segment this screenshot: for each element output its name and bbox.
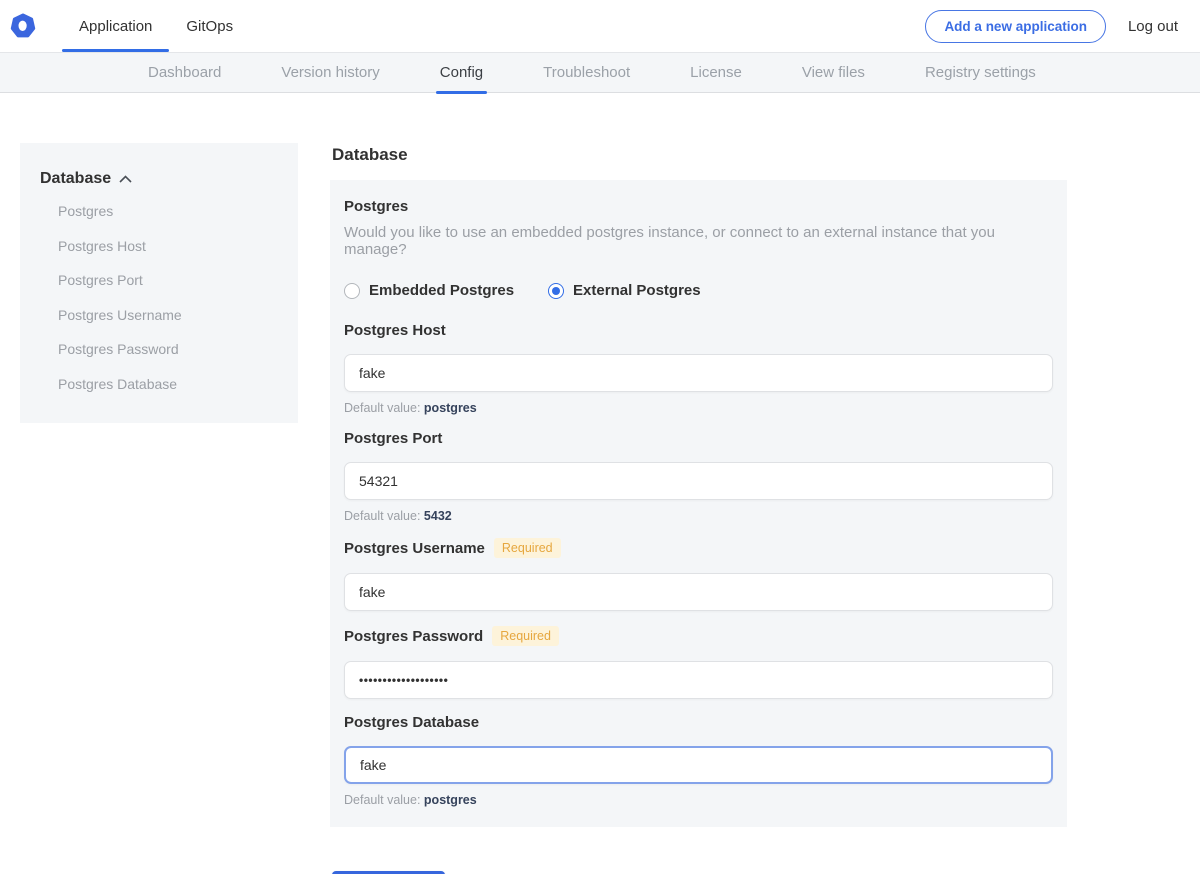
field-postgres-password: Postgres Password Required <box>344 626 1053 699</box>
postgres-port-default-value: 5432 <box>424 509 452 523</box>
config-group-panel: Postgres Would you like to use an embedd… <box>330 180 1067 827</box>
postgres-database-default-value: postgres <box>424 793 477 807</box>
postgres-type-radio-group: Embedded Postgres External Postgres <box>344 282 1053 299</box>
postgres-port-label: Postgres Port <box>344 430 442 447</box>
sidebar-item-postgres-host[interactable]: Postgres Host <box>40 229 278 264</box>
radio-embedded-label: Embedded Postgres <box>369 282 514 299</box>
top-tabs: Application GitOps <box>62 0 250 52</box>
postgres-username-input[interactable] <box>344 573 1053 611</box>
postgres-database-default-helper: Default value: postgres <box>344 793 1053 807</box>
radio-unselected-icon <box>344 283 360 299</box>
field-postgres-port: Postgres Port Default value: 5432 <box>344 430 1053 523</box>
sidebar-item-postgres-password[interactable]: Postgres Password <box>40 332 278 367</box>
config-sidebar: Database Postgres Postgres Host Postgres… <box>20 143 298 423</box>
subnav-item-version-history[interactable]: Version history <box>281 53 379 92</box>
field-postgres-database: Postgres Database Default value: postgre… <box>344 714 1053 807</box>
sidebar-item-postgres[interactable]: Postgres <box>40 194 278 229</box>
topbar-right: Add a new application Log out <box>925 0 1200 52</box>
tab-application[interactable]: Application <box>62 0 169 52</box>
tab-application-label: Application <box>79 18 152 35</box>
group-description: Would you like to use an embedded postgr… <box>344 224 1053 258</box>
sidebar-item-postgres-database[interactable]: Postgres Database <box>40 367 278 402</box>
app-subnav: Dashboard Version history Config Trouble… <box>0 52 1200 93</box>
postgres-host-default-value: postgres <box>424 401 477 415</box>
postgres-host-input[interactable] <box>344 354 1053 392</box>
sidebar-group-database[interactable]: Database <box>40 170 278 188</box>
subnav-item-config[interactable]: Config <box>440 53 483 92</box>
top-bar: Application GitOps Add a new application… <box>0 0 1200 52</box>
required-badge: Required <box>494 538 561 558</box>
radio-external-label: External Postgres <box>573 282 701 299</box>
sidebar-item-postgres-username[interactable]: Postgres Username <box>40 298 278 333</box>
group-title: Postgres <box>344 198 1053 215</box>
postgres-port-input[interactable] <box>344 462 1053 500</box>
subnav-item-troubleshoot[interactable]: Troubleshoot <box>543 53 630 92</box>
add-new-application-button[interactable]: Add a new application <box>925 10 1106 43</box>
section-heading: Database <box>332 145 1067 165</box>
chevron-up-icon <box>119 175 132 183</box>
subnav-item-registry-settings[interactable]: Registry settings <box>925 53 1036 92</box>
postgres-username-label: Postgres Username <box>344 540 485 557</box>
postgres-password-input[interactable] <box>344 661 1053 699</box>
postgres-password-label: Postgres Password <box>344 628 483 645</box>
sidebar-item-postgres-port[interactable]: Postgres Port <box>40 263 278 298</box>
config-content: Database Postgres Would you like to use … <box>330 143 1067 874</box>
radio-selected-icon <box>548 283 564 299</box>
sidebar-group-label: Database <box>40 170 111 188</box>
tab-gitops[interactable]: GitOps <box>169 0 250 52</box>
radio-external-postgres[interactable]: External Postgres <box>548 282 701 299</box>
kots-logo-icon <box>10 13 36 39</box>
postgres-port-default-helper: Default value: 5432 <box>344 509 1053 523</box>
postgres-host-default-helper: Default value: postgres <box>344 401 1053 415</box>
subnav-item-dashboard[interactable]: Dashboard <box>148 53 221 92</box>
radio-embedded-postgres[interactable]: Embedded Postgres <box>344 282 514 299</box>
subnav-item-license[interactable]: License <box>690 53 742 92</box>
field-postgres-host: Postgres Host Default value: postgres <box>344 322 1053 415</box>
postgres-database-input[interactable] <box>344 746 1053 784</box>
field-postgres-username: Postgres Username Required <box>344 538 1053 611</box>
postgres-database-label: Postgres Database <box>344 714 479 731</box>
app-logo[interactable] <box>10 0 44 52</box>
subnav-item-view-files[interactable]: View files <box>802 53 865 92</box>
postgres-host-label: Postgres Host <box>344 322 446 339</box>
main-area: Database Postgres Postgres Host Postgres… <box>0 93 1200 874</box>
tab-gitops-label: GitOps <box>186 18 233 35</box>
logout-link[interactable]: Log out <box>1128 18 1178 35</box>
required-badge: Required <box>492 626 559 646</box>
